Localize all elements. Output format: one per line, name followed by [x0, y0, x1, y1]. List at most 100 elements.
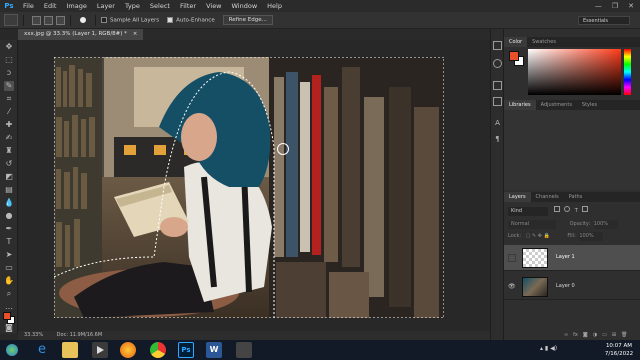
zoom-tool-icon[interactable]: ⌕: [4, 289, 14, 299]
layer-style-icon[interactable]: fx: [573, 332, 578, 340]
dodge-tool-icon[interactable]: ●: [4, 211, 14, 221]
system-tray: ▴ ▮ ◀): [540, 345, 558, 352]
screen-recorder-icon[interactable]: [236, 342, 252, 358]
workspace-switcher[interactable]: Essentials: [578, 15, 630, 25]
new-layer-icon[interactable]: ⊞: [612, 332, 616, 340]
info-icon[interactable]: [493, 97, 502, 106]
chrome-icon[interactable]: [150, 342, 166, 358]
clone-stamp-tool-icon[interactable]: ♜: [4, 146, 14, 156]
layer-row-layer0[interactable]: 👁 Layer 0: [504, 274, 640, 300]
quick-mask-icon[interactable]: ◙: [4, 324, 14, 332]
sample-all-layers-checkbox[interactable]: Sample All Layers: [101, 16, 159, 23]
add-to-selection-icon[interactable]: [44, 15, 53, 25]
brush-tool-icon[interactable]: ✍: [4, 133, 14, 143]
marquee-tool-icon[interactable]: ⬚: [4, 55, 14, 65]
more-tools-icon[interactable]: …: [4, 302, 14, 312]
new-selection-icon[interactable]: [32, 15, 41, 25]
link-layers-icon[interactable]: ∞: [564, 332, 568, 340]
lock-icons[interactable]: ▢ ✎ ✥ 🔒: [526, 233, 550, 239]
crop-tool-icon[interactable]: ⌗: [4, 94, 14, 104]
tab-paths[interactable]: Paths: [564, 192, 588, 202]
eyedropper-tool-icon[interactable]: ⁄: [4, 107, 14, 117]
type-tool-icon[interactable]: T: [4, 237, 14, 247]
menu-select[interactable]: Select: [145, 2, 175, 10]
filter-pixel-icon[interactable]: [553, 206, 560, 212]
history-icon[interactable]: [493, 41, 502, 50]
filter-type-icon[interactable]: T: [575, 207, 578, 216]
tab-adjustments[interactable]: Adjustments: [536, 100, 577, 110]
rectangle-tool-icon[interactable]: ▭: [4, 263, 14, 273]
document-tab[interactable]: xxx.jpg @ 33.3% (Layer 1, RGB/8#) * ×: [18, 29, 144, 40]
tab-libraries[interactable]: Libraries: [504, 100, 536, 110]
clock[interactable]: 10:07 AM 7/16/2022: [600, 342, 638, 358]
tab-channels[interactable]: Channels: [531, 192, 564, 202]
menu-view[interactable]: View: [201, 2, 226, 10]
auto-enhance-checkbox[interactable]: Auto-Enhance: [167, 16, 215, 23]
layer-name[interactable]: Layer 1: [556, 254, 575, 260]
menu-help[interactable]: Help: [262, 2, 287, 10]
layer-row-layer1[interactable]: Layer 1: [504, 245, 640, 271]
visibility-toggle-icon[interactable]: [508, 254, 516, 262]
layer-mask-icon[interactable]: ◙: [583, 332, 588, 340]
menu-file[interactable]: File: [18, 2, 39, 10]
subtract-selection-icon[interactable]: [56, 15, 65, 25]
libraries-panel-tabs: Libraries Adjustments Styles: [504, 100, 640, 110]
hand-tool-icon[interactable]: ✋: [4, 276, 14, 286]
history-brush-tool-icon[interactable]: ↺: [4, 159, 14, 169]
menu-window[interactable]: Window: [227, 2, 263, 10]
media-player-icon[interactable]: [92, 342, 108, 358]
move-tool-icon[interactable]: ✥: [4, 42, 14, 52]
document-canvas-image[interactable]: [54, 57, 444, 318]
refine-edge-button[interactable]: Refine Edge...: [222, 15, 273, 25]
internet-explorer-icon[interactable]: e: [34, 342, 50, 358]
filter-shape-icon[interactable]: [582, 206, 589, 212]
fill-value[interactable]: 100%: [579, 232, 604, 241]
filter-adjustment-icon[interactable]: [564, 206, 571, 212]
start-button-icon[interactable]: [4, 342, 20, 358]
path-selection-tool-icon[interactable]: ➤: [4, 250, 14, 260]
quick-selection-tool-preset[interactable]: [4, 14, 18, 26]
menu-filter[interactable]: Filter: [175, 2, 201, 10]
menu-edit[interactable]: Edit: [39, 2, 62, 10]
gradient-tool-icon[interactable]: ▤: [4, 185, 14, 195]
photoshop-taskbar-icon[interactable]: Ps: [178, 342, 194, 358]
brush-presets-icon[interactable]: [493, 59, 502, 68]
lasso-tool-icon[interactable]: ↄ: [4, 68, 14, 78]
tab-swatches[interactable]: Swatches: [527, 37, 561, 47]
foreground-color-swatch[interactable]: [3, 312, 11, 320]
minimize-button[interactable]: —: [595, 2, 602, 10]
tab-color[interactable]: Color: [504, 37, 528, 47]
word-icon[interactable]: W: [206, 342, 222, 358]
firefox-icon[interactable]: [120, 342, 136, 358]
zoom-level[interactable]: 33.33%: [24, 332, 43, 338]
blur-tool-icon[interactable]: 💧: [4, 198, 14, 208]
character-icon[interactable]: A: [493, 119, 502, 128]
eye-icon[interactable]: 👁: [508, 283, 516, 290]
healing-brush-tool-icon[interactable]: ✚: [4, 120, 14, 130]
eraser-tool-icon[interactable]: ◩: [4, 172, 14, 182]
opacity-value[interactable]: 100%: [593, 220, 618, 229]
delete-layer-icon[interactable]: 🗑: [621, 332, 627, 340]
pen-tool-icon[interactable]: ✒: [4, 224, 14, 234]
close-button[interactable]: ✕: [628, 2, 634, 10]
restore-button[interactable]: ❐: [612, 2, 618, 10]
blend-mode-select[interactable]: Normal: [508, 220, 556, 229]
brush-size-picker[interactable]: [76, 15, 90, 26]
adjustment-layer-icon[interactable]: ◑: [593, 332, 597, 340]
quick-selection-tool-icon[interactable]: ✎: [4, 81, 14, 91]
file-explorer-icon[interactable]: [62, 342, 78, 358]
document-close-icon[interactable]: ×: [133, 31, 138, 37]
tab-layers[interactable]: Layers: [504, 192, 531, 202]
properties-icon[interactable]: [493, 81, 502, 90]
color-picker-field[interactable]: [528, 49, 621, 95]
layer-name[interactable]: Layer 0: [556, 283, 575, 289]
menu-image[interactable]: Image: [61, 2, 91, 10]
tab-styles[interactable]: Styles: [577, 100, 602, 110]
color-fg-swatch[interactable]: [509, 51, 519, 61]
menu-type[interactable]: Type: [120, 2, 145, 10]
paragraph-icon[interactable]: ¶: [493, 135, 502, 144]
menu-layer[interactable]: Layer: [92, 2, 120, 10]
hue-slider[interactable]: [624, 49, 631, 95]
layer-filter-kind[interactable]: Kind: [508, 207, 548, 216]
new-group-icon[interactable]: ▭: [602, 332, 607, 340]
